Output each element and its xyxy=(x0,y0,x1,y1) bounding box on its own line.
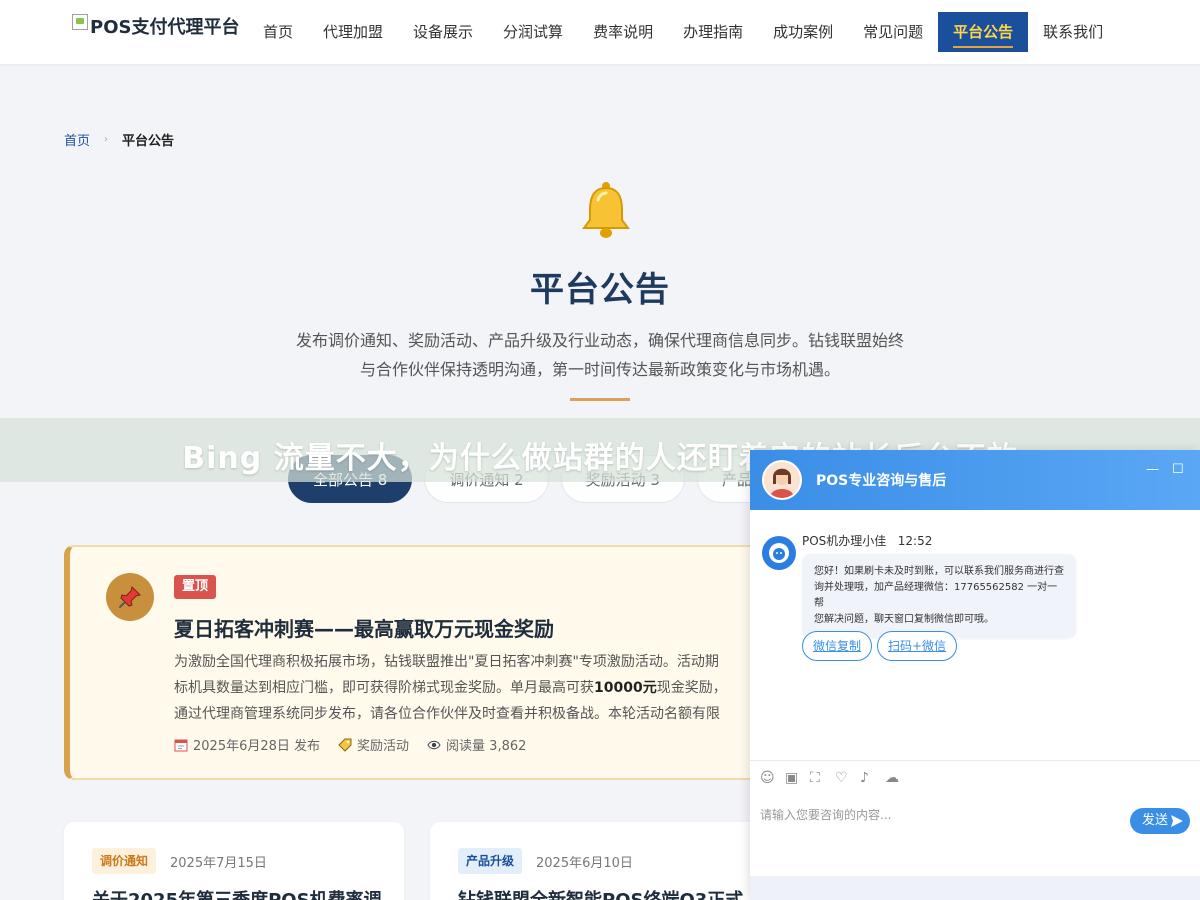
agent-avatar xyxy=(762,536,796,570)
meta-category: 奖励活动 xyxy=(338,735,409,754)
pin-icon xyxy=(106,573,154,621)
card-tag: 调价通知 xyxy=(92,848,157,874)
page-description-line: 发布调价通知、奖励活动、产品升级及行业动态，确保代理商信息同步。钻钱联盟始终 xyxy=(295,331,904,350)
chat-message-line: 询并处理哦，加产品经理微信：17765562582 一对一帮 xyxy=(814,582,1058,609)
wechat-icon[interactable]: ☁ xyxy=(885,771,900,786)
bell-icon xyxy=(582,182,630,238)
nav-profit-calc[interactable]: 分润试算 xyxy=(488,12,578,52)
screenshot-icon[interactable]: ⛶ xyxy=(810,771,825,786)
title-underline xyxy=(570,398,630,401)
meta-date: 2025年6月28日 发布 xyxy=(174,735,320,754)
sound-icon[interactable]: ♪ xyxy=(860,771,875,786)
image-icon[interactable]: ▣ xyxy=(785,771,800,786)
minimize-button[interactable]: — xyxy=(1146,462,1159,477)
meta-views-text: 阅读量 3,862 xyxy=(446,739,527,754)
chat-toolbar: ☺ ▣ ⛶ ♡ ♪ ☁ xyxy=(750,760,1200,798)
maximize-button[interactable]: ☐ xyxy=(1172,462,1184,477)
featured-title[interactable]: 夏日拓客冲刺赛——最高赢取万元现金奖励 xyxy=(174,613,554,642)
nav-rates[interactable]: 费率说明 xyxy=(578,12,668,52)
rating-icon[interactable]: ♡ xyxy=(835,771,850,786)
copy-wechat-button[interactable]: 微信复制 xyxy=(802,631,873,661)
page-description: 发布调价通知、奖励活动、产品升级及行业动态，确保代理商信息同步。钻钱联盟始终 与… xyxy=(270,326,930,384)
chat-input[interactable] xyxy=(760,800,1120,830)
meta-category-text: 奖励活动 xyxy=(357,739,410,754)
send-button-label: 发送 xyxy=(1142,813,1169,828)
support-avatar xyxy=(762,460,802,500)
message-time: 12:52 xyxy=(897,534,933,548)
nav-faq[interactable]: 常见问题 xyxy=(848,12,938,52)
breadcrumb-separator: › xyxy=(104,134,109,145)
nav-cases[interactable]: 成功案例 xyxy=(758,12,848,52)
chat-message-bubble: 您好！如果刷卡未及时到账，可以联系我们服务商进行查 询并处理哦，加产品经理微信：… xyxy=(802,554,1076,638)
nav-guide[interactable]: 办理指南 xyxy=(668,12,758,52)
featured-meta: 2025年6月28日 发布 奖励活动 阅读量 3,862 xyxy=(174,735,526,754)
send-button[interactable]: 发送 xyxy=(1130,808,1190,834)
main-nav: 首页 代理加盟 设备展示 分润试算 费率说明 办理指南 成功案例 常见问题 平台… xyxy=(248,12,1118,52)
card-date: 2025年7月15日 xyxy=(170,856,267,871)
site-header: POS支付代理平台 首页 代理加盟 设备展示 分润试算 费率说明 办理指南 成功… xyxy=(0,0,1200,64)
scan-wechat-button[interactable]: 扫码+微信 xyxy=(877,631,958,661)
eye-icon xyxy=(427,740,441,749)
nav-home[interactable]: 首页 xyxy=(248,12,308,52)
chat-widget: POS专业咨询与售后 — ☐ POS机办理小佳 12:52 您好！如果刷卡未及时… xyxy=(750,450,1200,900)
agent-name: POS机办理小佳 xyxy=(802,534,887,548)
send-arrow-icon xyxy=(1171,815,1183,827)
nav-contact[interactable]: 联系我们 xyxy=(1028,12,1118,52)
page-title: 平台公告 xyxy=(530,270,670,310)
meta-views: 阅读量 3,862 xyxy=(427,735,526,754)
emoji-icon[interactable]: ☺ xyxy=(760,771,775,786)
chat-message-line: 您解决问题，聊天窗口复制微信即可哦。 xyxy=(814,614,994,625)
chat-message-line: 您好！如果刷卡未及时到账，可以联系我们服务商进行查 xyxy=(814,566,1064,577)
logo[interactable]: POS支付代理平台 xyxy=(72,13,239,39)
featured-body-line: 标机具数量达到相应门槛，即可获得阶梯式现金奖励。单月最高可获10000元现金奖励… xyxy=(174,675,814,701)
broken-image-icon xyxy=(72,14,88,30)
featured-body-text: 标机具数量达到相应门槛，即可获得阶梯式现金奖励。单月最高可获 xyxy=(174,680,594,696)
featured-body-line: 为激励全国代理商积极拓展市场，钻钱联盟推出"夏日拓客冲刺赛"专项激励活动。活动期 xyxy=(174,654,719,670)
featured-announcement-card[interactable]: 置顶 夏日拓客冲刺赛——最高赢取万元现金奖励 为激励全国代理商积极拓展市场，钻钱… xyxy=(64,545,824,780)
logo-alt-text: POS支付代理平台 xyxy=(90,17,240,38)
calendar-icon xyxy=(174,739,188,751)
featured-body-text: 现金奖励， xyxy=(656,680,727,696)
agent-name-line: POS机办理小佳 12:52 xyxy=(802,532,932,549)
chat-title: POS专业咨询与售后 xyxy=(816,473,947,489)
nav-agent-join[interactable]: 代理加盟 xyxy=(308,12,398,52)
featured-body-highlight: 10000元 xyxy=(594,680,657,696)
sticky-badge: 置顶 xyxy=(174,575,217,599)
nav-announcements[interactable]: 平台公告 xyxy=(938,12,1029,52)
page-description-line: 与合作伙伴保持透明沟通，第一时间传达最新政策变化与市场机遇。 xyxy=(359,360,840,379)
card-tag: 产品升级 xyxy=(458,848,523,874)
card-date: 2025年6月10日 xyxy=(536,856,633,871)
card-title[interactable]: 关于2025年第三季度POS机费率调 xyxy=(92,886,382,900)
breadcrumb-current: 平台公告 xyxy=(122,134,175,149)
featured-body: 为激励全国代理商积极拓展市场，钻钱联盟推出"夏日拓客冲刺赛"专项激励活动。活动期… xyxy=(174,649,814,727)
announcement-card[interactable]: 产品升级 2025年6月10日 钻钱联盟全新智能POS终端Q3正式 xyxy=(430,822,770,900)
chat-footer xyxy=(750,876,1200,900)
breadcrumb: 首页 › 平台公告 xyxy=(64,130,174,149)
nav-devices[interactable]: 设备展示 xyxy=(398,12,488,52)
announcement-card[interactable]: 调价通知 2025年7月15日 关于2025年第三季度POS机费率调 xyxy=(64,822,404,900)
tag-icon xyxy=(338,738,352,752)
meta-date-text: 2025年6月28日 发布 xyxy=(193,739,321,754)
breadcrumb-home[interactable]: 首页 xyxy=(64,130,90,149)
card-title[interactable]: 钻钱联盟全新智能POS终端Q3正式 xyxy=(458,886,743,900)
featured-body-line: 通过代理商管理系统同步发布，请各位合作伙伴及时查看并积极备战。本轮活动名额有限 xyxy=(174,706,720,722)
chat-header: POS专业咨询与售后 — ☐ xyxy=(750,450,1200,510)
